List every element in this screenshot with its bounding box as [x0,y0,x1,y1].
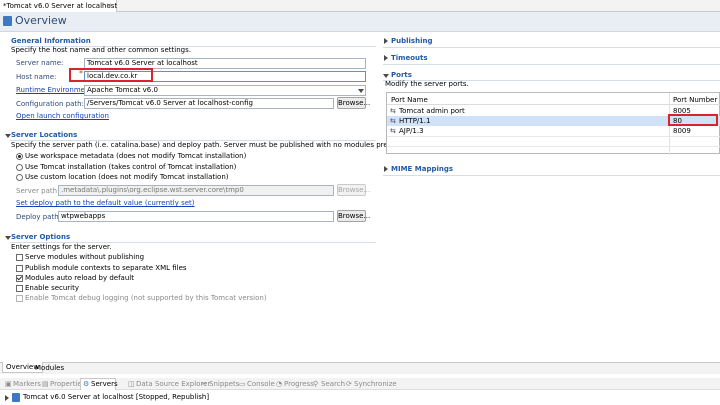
page-title: Overview [15,14,67,27]
config-path-field[interactable]: /Servers/Tomcat v6.0 Server at localhost… [84,98,334,109]
server-icon [12,393,20,402]
highlight-box [668,114,718,126]
tab-progress[interactable]: Progress [284,379,314,389]
checkbox-label: Enable security [25,284,80,292]
runtime-select[interactable]: Apache Tomcat v6.0 [84,85,366,96]
expand-icon[interactable] [384,166,388,172]
server-icon [3,16,12,26]
timeouts-section-title[interactable]: Timeouts [391,53,428,63]
port-name: Tomcat admin port [399,107,465,115]
server-path-browse-button[interactable]: Browse... [337,184,370,196]
checkbox-publish-separate-xml[interactable] [16,265,23,272]
radio-workspace-metadata[interactable] [16,153,23,160]
runtime-link[interactable]: Runtime Environment: [16,85,95,95]
console-icon: ▭ [239,380,246,388]
editor-tab[interactable]: *Tomcat v6.0 Server at localhost ✕ [0,0,117,12]
checkbox-label: Modules auto reload by default [25,274,134,282]
checkbox-enable-security[interactable] [16,285,23,292]
tab-modules[interactable]: Modules [32,363,67,374]
host-name-label: Host name: [16,73,57,81]
open-launch-config-link[interactable]: Open launch configuration [16,111,109,121]
port-name: HTTP/1.1 [399,117,431,125]
options-section-title[interactable]: Server Options [11,232,70,242]
server-entry[interactable]: Tomcat v6.0 Server at localhost [Stopped… [23,392,209,402]
table-row[interactable]: ⇆ AJP/1.3 8009 [387,126,720,136]
progress-icon: ◔ [276,380,283,388]
tab-servers[interactable]: Servers [91,379,118,389]
tab-search[interactable]: Search [321,379,345,389]
section-divider [383,64,720,65]
tab-console[interactable]: Console [247,379,275,389]
section-divider [383,47,720,48]
port-icon: ⇆ [390,127,396,135]
expand-icon[interactable] [5,395,9,401]
config-path-label: Configuration path: [16,100,84,108]
server-path-label: Server path: [16,187,60,195]
deploy-browse-button[interactable]: Browse... [337,210,370,222]
port-icon: ⇆ [390,117,396,125]
config-browse-button[interactable]: Browse... [337,97,370,109]
table-header [387,93,720,105]
search-icon: ⚲ [313,380,319,388]
highlight-box [69,68,153,82]
editor-tab-title: *Tomcat v6.0 Server at localhost [3,2,118,10]
row-divider [387,146,720,147]
chevron-down-icon[interactable] [358,89,364,93]
close-icon[interactable]: ✕ [106,1,112,11]
options-desc: Enter settings for the server. [11,243,112,251]
col-header-port-number[interactable]: Port Number [673,95,717,105]
checkbox-auto-reload[interactable] [16,275,23,282]
expand-icon[interactable] [384,38,388,44]
mime-section-title[interactable]: MIME Mappings [391,164,453,174]
database-icon: ◫ [128,380,135,388]
row-divider [387,136,720,137]
markers-icon: ▣ [5,380,12,388]
properties-icon: ▤ [42,380,49,388]
radio-label: Use workspace metadata (does not modify … [25,152,247,160]
general-desc: Specify the host name and other common s… [11,46,191,54]
editor-bottom-tabs [0,362,720,374]
checkbox-label: Publish module contexts to separate XML … [25,264,187,272]
collapse-icon[interactable] [383,74,389,78]
deploy-path-field[interactable]: wtpwebapps [58,211,334,222]
ports-desc: Modify the server ports. [385,80,469,88]
checkbox-debug-logging[interactable] [16,295,23,302]
tab-markers[interactable]: Markers [13,379,41,389]
expand-icon[interactable] [384,55,388,61]
server-path-field[interactable]: .metadata\.plugins\org.eclipse.wst.serve… [58,185,334,196]
tab-data-source-explorer[interactable]: Data Source Explorer [136,379,210,389]
publishing-section-title[interactable]: Publishing [391,36,432,46]
checkbox-label: Enable Tomcat debug logging (not support… [25,294,267,302]
overview-header [0,12,720,32]
deploy-path-label: Deploy path: [16,213,62,221]
section-divider [383,175,720,176]
set-deploy-default-link[interactable]: Set deploy path to the default value (cu… [16,198,195,208]
servers-icon: ⚙ [83,380,90,388]
col-header-port-name[interactable]: Port Name [391,95,428,105]
radio-label: Use Tomcat installation (takes control o… [25,163,237,171]
server-name-label: Server name: [16,59,64,67]
tab-synchronize[interactable]: Synchronize [354,379,397,389]
synchronize-icon: ⟳ [346,380,352,388]
radio-label: Use custom location (does not modify Tom… [25,173,229,181]
port-name: AJP/1.3 [399,127,424,135]
port-icon: ⇆ [390,107,396,115]
locations-section-title[interactable]: Server Locations [11,130,77,140]
checkbox-label: Serve modules without publishing [25,253,145,261]
radio-custom-location[interactable] [16,174,23,181]
port-number[interactable]: 8009 [673,126,691,136]
radio-tomcat-installation[interactable] [16,164,23,171]
checkbox-serve-without-publishing[interactable] [16,254,23,261]
snippets-icon: ✂ [201,380,207,388]
tab-snippets[interactable]: Snippets [209,379,239,389]
